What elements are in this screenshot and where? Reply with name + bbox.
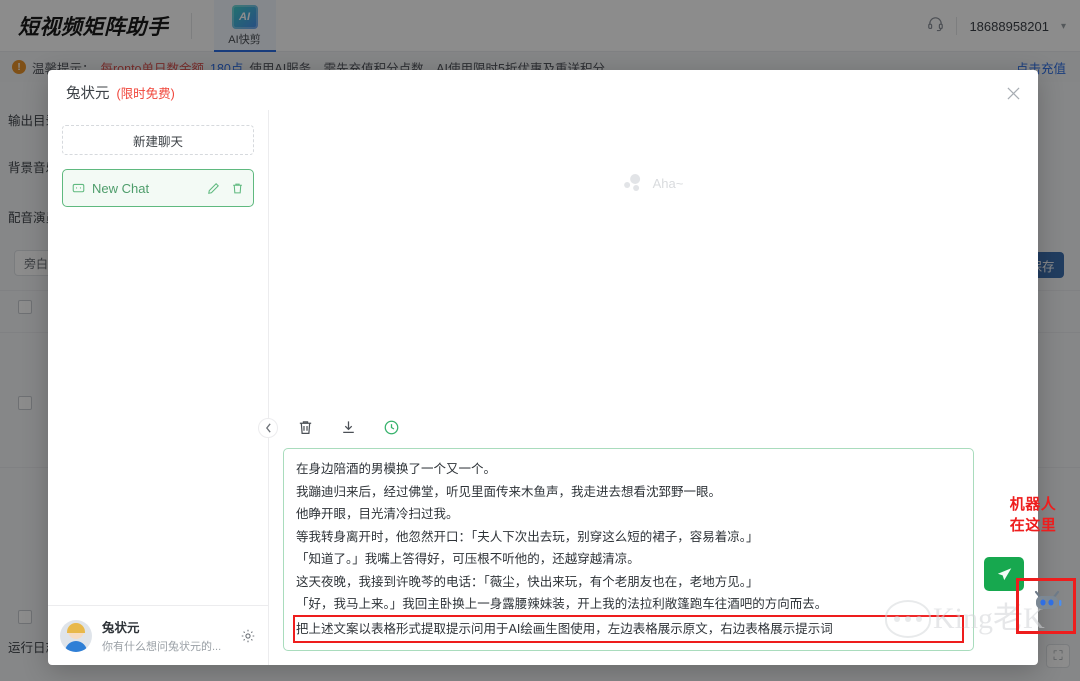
composer-input-row: 在身边陪酒的男模换了一个又一个。 我蹦迪归来后，经过佛堂，听见里面传来木鱼声，我…: [283, 448, 1024, 651]
history-icon[interactable]: [383, 419, 400, 436]
modal-title-badge: (限时免费): [116, 87, 175, 101]
assistant-subtitle: 你有什么想问兔状元的...: [102, 641, 222, 653]
user-avatar: [60, 619, 92, 652]
assistant-name: 兔状元: [102, 621, 140, 635]
prompt-line: 我蹦迪归来后，经过佛堂，听见里面传来木鱼声，我走进去想看沈郅野一眼。: [296, 484, 722, 499]
annotation-line-2: 在这里: [1009, 517, 1057, 534]
prompt-textarea[interactable]: 在身边陪酒的男模换了一个又一个。 我蹦迪归来后，经过佛堂，听见里面传来木鱼声，我…: [283, 448, 974, 651]
prompt-line: 这天夜晚，我接到许晚芩的电话：「薇尘，快出来玩，有个老朋友也在，老地方见。」: [296, 574, 759, 589]
placeholder-text: Aha~: [652, 175, 684, 191]
chat-item-label: New Chat: [92, 180, 150, 196]
robot-icon[interactable]: [1030, 588, 1064, 616]
prompt-line: 他睁开眼，目光清冷扫过我。: [296, 507, 459, 521]
chat-list-item[interactable]: New Chat: [62, 169, 254, 207]
clear-icon[interactable]: [297, 419, 314, 436]
prompt-line-highlighted: 把上述文案以表格形式提取提示问用于AI绘画生图使用，左边表格展示原文，右边表格展…: [293, 614, 964, 643]
conversation-placeholder: Aha~: [623, 174, 684, 192]
modal-title-text: 兔状元: [66, 86, 110, 102]
message-composer: 在身边陪酒的男模换了一个又一个。 我蹦迪归来后，经过佛堂，听见里面传来木鱼声，我…: [269, 406, 1038, 665]
modal-content: 新建聊天 New Chat 兔状元 你有什么想问兔状元的... Aha~ 在身边…: [48, 110, 1038, 665]
ai-assistant-modal: 兔状元 (限时免费) 新建聊天 New Chat 兔状元 你有什么想问兔状元的.…: [48, 70, 1038, 665]
chat-main-panel: Aha~ 在身边陪酒的男模换了一个又一个。 我蹦迪归来后，经过佛堂，听见里面传来…: [269, 110, 1038, 665]
sidebar-footer-text: 兔状元 你有什么想问兔状元的...: [102, 617, 230, 654]
prompt-line: 「好，我马上来。」我回主卧换上一身露腰辣妹装，开上我的法拉利敞篷跑车往酒吧的方向…: [296, 597, 828, 611]
loading-dots-icon: [623, 174, 644, 192]
prompt-line: 「知道了。」我嘴上答得好，可压根不听他的，还越穿越清凉。: [296, 552, 640, 566]
annotation-line-1: 机器人: [1009, 496, 1057, 513]
chat-bubble-icon: [72, 182, 85, 195]
prompt-line: 在身边陪酒的男模换了一个又一个。: [296, 462, 497, 476]
trash-icon[interactable]: [231, 182, 244, 195]
close-icon[interactable]: [1002, 82, 1024, 104]
new-chat-button[interactable]: 新建聊天: [62, 125, 254, 155]
sidebar-collapse-button[interactable]: [258, 418, 278, 438]
download-icon[interactable]: [340, 419, 357, 436]
gear-icon[interactable]: [240, 628, 256, 644]
chat-sidebar: 新建聊天 New Chat 兔状元 你有什么想问兔状元的...: [48, 110, 278, 665]
sidebar-footer: 兔状元 你有什么想问兔状元的...: [48, 605, 268, 665]
screen-root: 短视频矩阵助手 AI AI快剪 18688958201 ▾ ! 温馨提示： 每r…: [0, 0, 1080, 681]
modal-title: 兔状元 (限时免费): [66, 82, 175, 103]
prompt-line: 等我转身离开时，他忽然开口：「夫人下次出去玩，别穿这么短的裙子，容易着凉。」: [296, 529, 759, 544]
composer-toolbar: [283, 406, 1024, 448]
annotation-robot-label: 机器人 在这里: [1000, 494, 1066, 536]
pencil-icon[interactable]: [207, 182, 220, 195]
